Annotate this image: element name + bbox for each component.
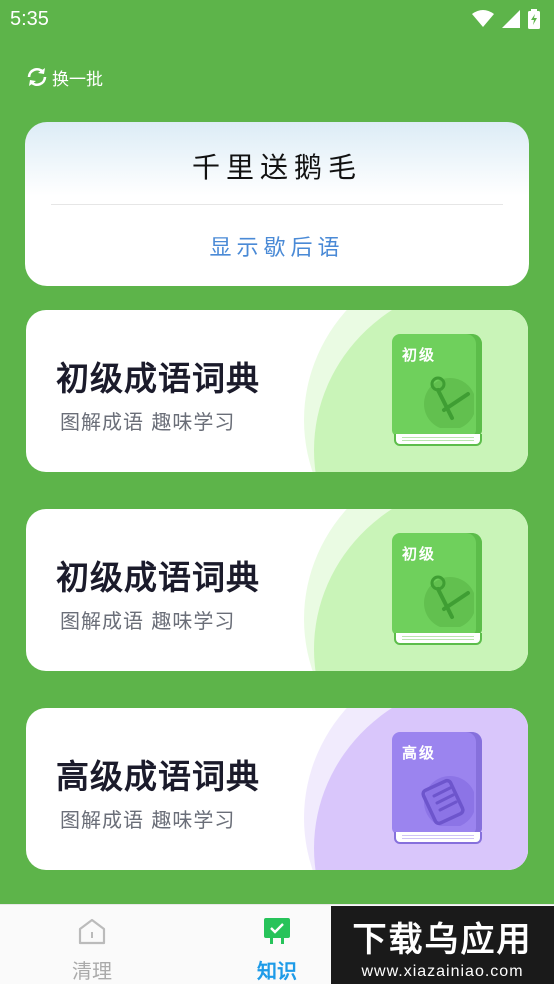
dictionary-subtitle: 图解成语 趣味学习 <box>60 808 236 832</box>
dictionary-title: 初级成语词典 <box>56 558 260 597</box>
refresh-icon <box>27 68 47 86</box>
compass-icon <box>424 575 474 627</box>
dictionary-title: 初级成语词典 <box>56 359 260 398</box>
riddle-text: 千里送鹅毛 <box>191 151 362 184</box>
book-pages <box>394 633 482 645</box>
status-time: 5:35 <box>10 7 49 30</box>
status-icons <box>472 9 540 29</box>
compass-icon <box>424 376 474 428</box>
dictionary-subtitle: 图解成语 趣味学习 <box>60 410 236 434</box>
book-label: 高级 <box>402 744 437 762</box>
show-answer-button[interactable]: 显示歇后语 <box>25 230 529 262</box>
notebook-icon <box>421 776 474 826</box>
knowledge-icon <box>264 918 290 944</box>
tab-label: 知识 <box>257 959 297 983</box>
dictionary-subtitle: 图解成语 趣味学习 <box>60 609 236 633</box>
book-illustration: 初级 <box>392 334 484 448</box>
refresh-button[interactable]: 换一批 <box>24 64 103 90</box>
book-illustration: 初级 <box>392 533 484 647</box>
signal-icon <box>502 10 520 28</box>
battery-icon <box>528 9 540 29</box>
book-pages <box>394 832 482 844</box>
dictionary-card-primary-1[interactable]: 初级成语词典 图解成语 趣味学习 初级 <box>26 310 528 472</box>
refresh-label: 换一批 <box>52 69 103 90</box>
book-illustration: 高级 <box>392 732 484 846</box>
dictionary-card-advanced[interactable]: 高级成语词典 图解成语 趣味学习 高级 <box>26 708 528 870</box>
home-icon <box>78 918 106 945</box>
watermark-logo: 下载乌应用 www.xiazainiao.com <box>331 906 554 984</box>
tab-knowledge[interactable]: 知识 <box>217 915 337 984</box>
dictionary-title: 高级成语词典 <box>56 757 260 796</box>
divider <box>51 204 503 205</box>
watermark-url: www.xiazainiao.com <box>361 963 524 980</box>
tab-label: 清理 <box>72 959 112 983</box>
riddle-card: 千里送鹅毛 显示歇后语 <box>25 122 529 286</box>
watermark-text: 下载乌应用 <box>352 920 533 960</box>
dictionary-card-primary-2[interactable]: 初级成语词典 图解成语 趣味学习 初级 <box>26 509 528 671</box>
book-label: 初级 <box>402 545 437 563</box>
status-bar: 5:35 <box>0 0 554 38</box>
book-pages <box>394 434 482 446</box>
book-label: 初级 <box>402 346 437 364</box>
tab-clean[interactable]: 清理 <box>32 915 152 984</box>
wifi-icon <box>472 10 494 27</box>
